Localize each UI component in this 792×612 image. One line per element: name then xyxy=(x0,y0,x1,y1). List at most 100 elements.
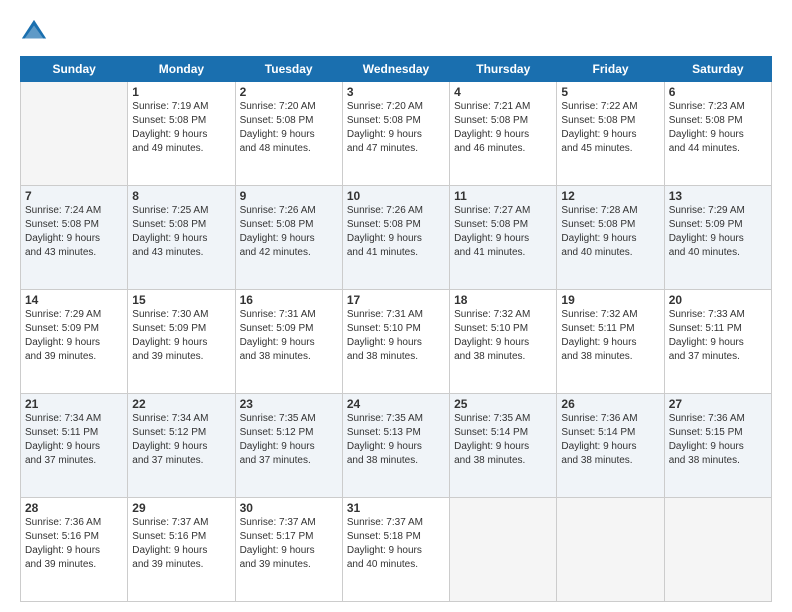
day-info: Sunrise: 7:27 AM Sunset: 5:08 PM Dayligh… xyxy=(454,204,552,260)
calendar-cell: 10Sunrise: 7:26 AM Sunset: 5:08 PM Dayli… xyxy=(342,186,449,290)
day-number: 20 xyxy=(669,293,767,307)
calendar-cell: 9Sunrise: 7:26 AM Sunset: 5:08 PM Daylig… xyxy=(235,186,342,290)
day-number: 15 xyxy=(132,293,230,307)
calendar-cell: 30Sunrise: 7:37 AM Sunset: 5:17 PM Dayli… xyxy=(235,498,342,602)
day-number: 27 xyxy=(669,397,767,411)
day-number: 19 xyxy=(561,293,659,307)
day-number: 2 xyxy=(240,85,338,99)
day-info: Sunrise: 7:30 AM Sunset: 5:09 PM Dayligh… xyxy=(132,308,230,364)
day-info: Sunrise: 7:36 AM Sunset: 5:14 PM Dayligh… xyxy=(561,412,659,468)
day-number: 25 xyxy=(454,397,552,411)
calendar-cell: 25Sunrise: 7:35 AM Sunset: 5:14 PM Dayli… xyxy=(450,394,557,498)
col-header-monday: Monday xyxy=(128,57,235,82)
calendar-cell: 15Sunrise: 7:30 AM Sunset: 5:09 PM Dayli… xyxy=(128,290,235,394)
col-header-thursday: Thursday xyxy=(450,57,557,82)
day-info: Sunrise: 7:31 AM Sunset: 5:09 PM Dayligh… xyxy=(240,308,338,364)
calendar-cell xyxy=(664,498,771,602)
day-number: 1 xyxy=(132,85,230,99)
calendar-cell: 29Sunrise: 7:37 AM Sunset: 5:16 PM Dayli… xyxy=(128,498,235,602)
day-info: Sunrise: 7:34 AM Sunset: 5:11 PM Dayligh… xyxy=(25,412,123,468)
calendar-cell: 2Sunrise: 7:20 AM Sunset: 5:08 PM Daylig… xyxy=(235,82,342,186)
header xyxy=(20,18,772,46)
day-info: Sunrise: 7:20 AM Sunset: 5:08 PM Dayligh… xyxy=(240,100,338,156)
calendar-cell: 7Sunrise: 7:24 AM Sunset: 5:08 PM Daylig… xyxy=(21,186,128,290)
day-number: 5 xyxy=(561,85,659,99)
calendar-cell: 11Sunrise: 7:27 AM Sunset: 5:08 PM Dayli… xyxy=(450,186,557,290)
day-number: 28 xyxy=(25,501,123,515)
day-info: Sunrise: 7:25 AM Sunset: 5:08 PM Dayligh… xyxy=(132,204,230,260)
day-info: Sunrise: 7:35 AM Sunset: 5:14 PM Dayligh… xyxy=(454,412,552,468)
calendar-cell: 17Sunrise: 7:31 AM Sunset: 5:10 PM Dayli… xyxy=(342,290,449,394)
calendar-week-row: 21Sunrise: 7:34 AM Sunset: 5:11 PM Dayli… xyxy=(21,394,772,498)
day-number: 9 xyxy=(240,189,338,203)
calendar-cell xyxy=(21,82,128,186)
day-number: 11 xyxy=(454,189,552,203)
day-info: Sunrise: 7:26 AM Sunset: 5:08 PM Dayligh… xyxy=(240,204,338,260)
day-number: 6 xyxy=(669,85,767,99)
day-number: 7 xyxy=(25,189,123,203)
col-header-tuesday: Tuesday xyxy=(235,57,342,82)
col-header-saturday: Saturday xyxy=(664,57,771,82)
day-info: Sunrise: 7:36 AM Sunset: 5:15 PM Dayligh… xyxy=(669,412,767,468)
col-header-sunday: Sunday xyxy=(21,57,128,82)
day-info: Sunrise: 7:32 AM Sunset: 5:10 PM Dayligh… xyxy=(454,308,552,364)
calendar-cell: 21Sunrise: 7:34 AM Sunset: 5:11 PM Dayli… xyxy=(21,394,128,498)
day-info: Sunrise: 7:28 AM Sunset: 5:08 PM Dayligh… xyxy=(561,204,659,260)
day-info: Sunrise: 7:31 AM Sunset: 5:10 PM Dayligh… xyxy=(347,308,445,364)
day-number: 16 xyxy=(240,293,338,307)
day-info: Sunrise: 7:24 AM Sunset: 5:08 PM Dayligh… xyxy=(25,204,123,260)
logo-icon xyxy=(20,18,48,46)
day-info: Sunrise: 7:20 AM Sunset: 5:08 PM Dayligh… xyxy=(347,100,445,156)
calendar-cell: 3Sunrise: 7:20 AM Sunset: 5:08 PM Daylig… xyxy=(342,82,449,186)
day-info: Sunrise: 7:35 AM Sunset: 5:12 PM Dayligh… xyxy=(240,412,338,468)
calendar-week-row: 7Sunrise: 7:24 AM Sunset: 5:08 PM Daylig… xyxy=(21,186,772,290)
calendar-cell: 6Sunrise: 7:23 AM Sunset: 5:08 PM Daylig… xyxy=(664,82,771,186)
calendar-cell: 5Sunrise: 7:22 AM Sunset: 5:08 PM Daylig… xyxy=(557,82,664,186)
day-info: Sunrise: 7:34 AM Sunset: 5:12 PM Dayligh… xyxy=(132,412,230,468)
day-number: 4 xyxy=(454,85,552,99)
day-info: Sunrise: 7:37 AM Sunset: 5:17 PM Dayligh… xyxy=(240,516,338,572)
day-number: 3 xyxy=(347,85,445,99)
calendar-cell xyxy=(450,498,557,602)
day-info: Sunrise: 7:29 AM Sunset: 5:09 PM Dayligh… xyxy=(669,204,767,260)
logo xyxy=(20,18,52,46)
day-number: 17 xyxy=(347,293,445,307)
day-info: Sunrise: 7:23 AM Sunset: 5:08 PM Dayligh… xyxy=(669,100,767,156)
day-info: Sunrise: 7:32 AM Sunset: 5:11 PM Dayligh… xyxy=(561,308,659,364)
day-info: Sunrise: 7:36 AM Sunset: 5:16 PM Dayligh… xyxy=(25,516,123,572)
calendar-cell: 12Sunrise: 7:28 AM Sunset: 5:08 PM Dayli… xyxy=(557,186,664,290)
calendar-cell: 16Sunrise: 7:31 AM Sunset: 5:09 PM Dayli… xyxy=(235,290,342,394)
day-number: 13 xyxy=(669,189,767,203)
day-number: 18 xyxy=(454,293,552,307)
col-header-friday: Friday xyxy=(557,57,664,82)
calendar-cell: 20Sunrise: 7:33 AM Sunset: 5:11 PM Dayli… xyxy=(664,290,771,394)
day-number: 21 xyxy=(25,397,123,411)
calendar-cell: 19Sunrise: 7:32 AM Sunset: 5:11 PM Dayli… xyxy=(557,290,664,394)
day-number: 30 xyxy=(240,501,338,515)
day-info: Sunrise: 7:33 AM Sunset: 5:11 PM Dayligh… xyxy=(669,308,767,364)
day-number: 22 xyxy=(132,397,230,411)
calendar-cell: 31Sunrise: 7:37 AM Sunset: 5:18 PM Dayli… xyxy=(342,498,449,602)
calendar-cell: 24Sunrise: 7:35 AM Sunset: 5:13 PM Dayli… xyxy=(342,394,449,498)
calendar-week-row: 1Sunrise: 7:19 AM Sunset: 5:08 PM Daylig… xyxy=(21,82,772,186)
day-number: 23 xyxy=(240,397,338,411)
calendar-week-row: 14Sunrise: 7:29 AM Sunset: 5:09 PM Dayli… xyxy=(21,290,772,394)
day-info: Sunrise: 7:19 AM Sunset: 5:08 PM Dayligh… xyxy=(132,100,230,156)
day-number: 8 xyxy=(132,189,230,203)
day-info: Sunrise: 7:37 AM Sunset: 5:16 PM Dayligh… xyxy=(132,516,230,572)
calendar-table: SundayMondayTuesdayWednesdayThursdayFrid… xyxy=(20,56,772,602)
day-info: Sunrise: 7:37 AM Sunset: 5:18 PM Dayligh… xyxy=(347,516,445,572)
calendar-week-row: 28Sunrise: 7:36 AM Sunset: 5:16 PM Dayli… xyxy=(21,498,772,602)
calendar-cell: 8Sunrise: 7:25 AM Sunset: 5:08 PM Daylig… xyxy=(128,186,235,290)
day-info: Sunrise: 7:35 AM Sunset: 5:13 PM Dayligh… xyxy=(347,412,445,468)
day-info: Sunrise: 7:21 AM Sunset: 5:08 PM Dayligh… xyxy=(454,100,552,156)
calendar-cell: 22Sunrise: 7:34 AM Sunset: 5:12 PM Dayli… xyxy=(128,394,235,498)
day-number: 31 xyxy=(347,501,445,515)
calendar-cell: 13Sunrise: 7:29 AM Sunset: 5:09 PM Dayli… xyxy=(664,186,771,290)
day-number: 26 xyxy=(561,397,659,411)
calendar-cell: 1Sunrise: 7:19 AM Sunset: 5:08 PM Daylig… xyxy=(128,82,235,186)
day-info: Sunrise: 7:22 AM Sunset: 5:08 PM Dayligh… xyxy=(561,100,659,156)
calendar-cell: 28Sunrise: 7:36 AM Sunset: 5:16 PM Dayli… xyxy=(21,498,128,602)
calendar-cell: 14Sunrise: 7:29 AM Sunset: 5:09 PM Dayli… xyxy=(21,290,128,394)
calendar-cell xyxy=(557,498,664,602)
